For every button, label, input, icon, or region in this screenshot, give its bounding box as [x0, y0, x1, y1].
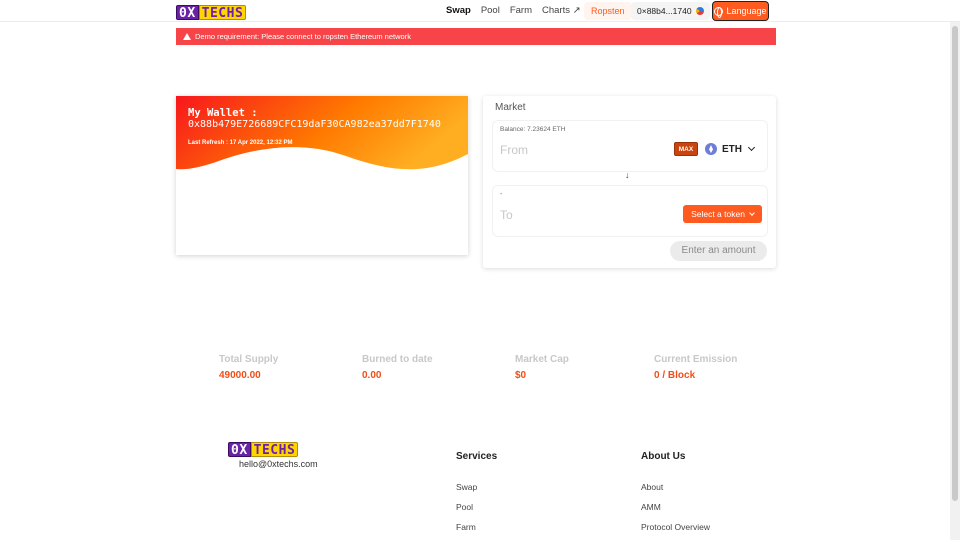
footer-link-protocol-overview[interactable]: Protocol Overview	[641, 522, 710, 532]
top-nav-bar: 0X TECHS Swap Pool Farm Charts ↗ Ropsten …	[0, 0, 960, 22]
warning-icon	[183, 33, 191, 40]
market-title: Market	[495, 102, 526, 113]
globe-icon	[714, 6, 724, 18]
max-button[interactable]: MAX	[674, 142, 698, 156]
swap-direction-arrow-icon[interactable]: ↓	[625, 170, 630, 180]
language-label: Language	[726, 6, 767, 16]
from-amount-input[interactable]: From	[500, 143, 528, 157]
wallet-address: 0x88b479E726689CFC19daF30CA982ea37dd7F17…	[188, 119, 441, 130]
brand-logo[interactable]: 0X TECHS	[176, 4, 247, 21]
stat-market-cap: Market Cap $0	[515, 354, 569, 381]
stat-value: 0.00	[362, 370, 382, 381]
account-button[interactable]: 0×88b4...1740	[631, 2, 710, 20]
account-address: 0×88b4...1740	[637, 6, 692, 16]
chevron-down-icon	[749, 210, 755, 216]
from-balance: Balance: 7.23624 ETH	[500, 126, 566, 133]
footer-link-about[interactable]: About	[641, 482, 663, 492]
footer-link-pool[interactable]: Pool	[456, 502, 473, 512]
select-token-label: Select a token	[691, 209, 745, 219]
nav-charts[interactable]: Charts ↗	[542, 5, 581, 16]
footer-services-title: Services	[456, 451, 498, 462]
footer-email[interactable]: hello@0xtechs.com	[239, 459, 318, 469]
stat-current-emission: Current Emission 0 / Block	[654, 354, 737, 381]
wallet-card: My Wallet : 0x88b479E726689CFC19daF30CA9…	[176, 96, 468, 255]
to-balance: -	[500, 191, 503, 198]
main-nav: Swap Pool Farm Charts ↗	[446, 5, 581, 16]
wallet-title: My Wallet :	[188, 107, 258, 119]
stat-value: $0	[515, 370, 527, 381]
stat-label: Current Emission	[654, 354, 738, 365]
eth-icon	[705, 143, 717, 155]
network-badge[interactable]: Ropsten	[584, 2, 632, 20]
stat-burned: Burned to date 0.00	[362, 354, 433, 381]
language-button[interactable]: Language	[712, 1, 769, 21]
footer-logo[interactable]: 0X TECHS	[228, 441, 299, 458]
from-token-symbol: ETH	[722, 143, 742, 155]
footer-about-title: About Us	[641, 451, 686, 462]
stat-label: Total Supply	[219, 354, 279, 365]
stat-value: 0 / Block	[654, 370, 696, 381]
scrollbar-thumb[interactable]	[952, 26, 958, 501]
network-alert-banner: Demo requirement: Please connect to rops…	[176, 28, 776, 45]
footer-link-amm[interactable]: AMM	[641, 502, 661, 512]
nav-swap[interactable]: Swap	[446, 5, 471, 16]
footer-link-farm[interactable]: Farm	[456, 522, 476, 532]
wallet-last-refresh: Last Refresh : 17 Apr 2022, 12:32 PM	[188, 140, 293, 146]
logo-right-text: TECHS	[250, 441, 299, 458]
from-token-selector[interactable]: ETH	[705, 141, 756, 157]
stat-label: Market Cap	[515, 354, 569, 365]
chevron-down-icon	[747, 143, 756, 152]
logo-left-text: 0X	[228, 441, 251, 458]
from-token-field: Balance: 7.23624 ETH From MAX ETH	[492, 120, 768, 172]
to-token-field: - To Select a token	[492, 185, 768, 237]
enter-amount-button[interactable]: Enter an amount	[670, 241, 767, 261]
stat-label: Burned to date	[362, 354, 433, 365]
logo-right-text: TECHS	[198, 4, 247, 21]
page-scrollbar[interactable]	[950, 22, 960, 540]
logo-left-text: 0X	[176, 4, 199, 21]
footer-link-swap[interactable]: Swap	[456, 482, 477, 492]
stat-value: 49000.00	[219, 370, 261, 381]
nav-pool[interactable]: Pool	[481, 5, 500, 16]
select-token-button[interactable]: Select a token	[683, 205, 762, 223]
nav-farm[interactable]: Farm	[510, 5, 532, 16]
stat-total-supply: Total Supply 49000.00	[219, 354, 278, 381]
alert-text: Demo requirement: Please connect to rops…	[195, 32, 411, 41]
account-avatar-icon	[695, 7, 704, 15]
to-amount-input[interactable]: To	[500, 208, 513, 222]
market-swap-card: Market Balance: 7.23624 ETH From MAX ETH…	[483, 96, 776, 268]
